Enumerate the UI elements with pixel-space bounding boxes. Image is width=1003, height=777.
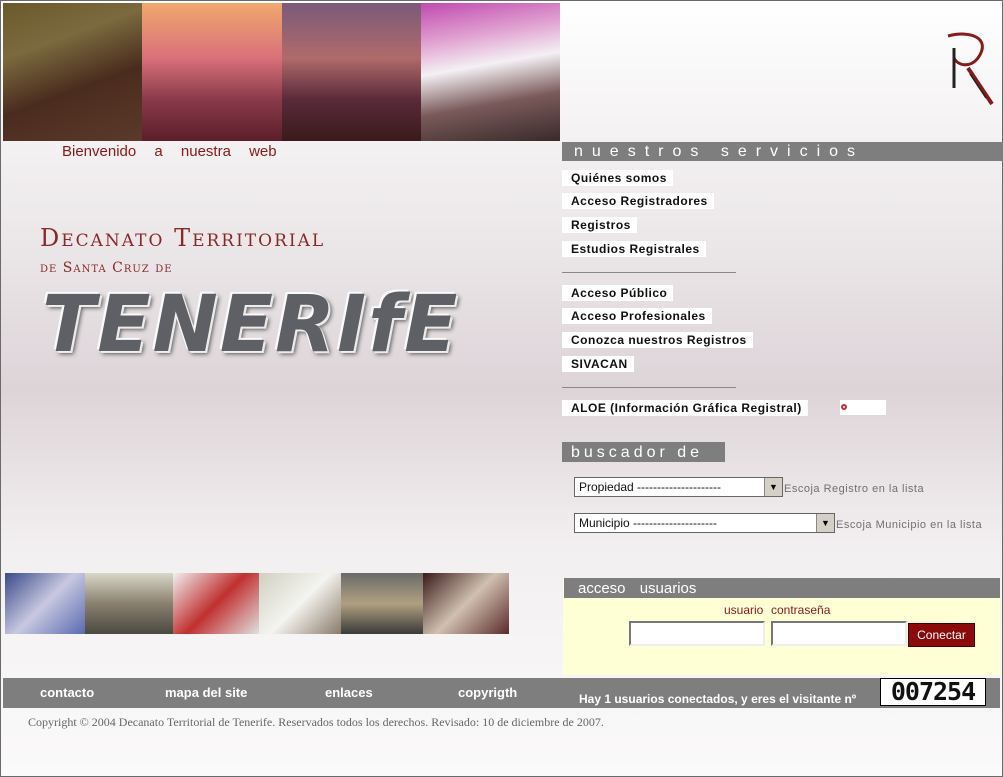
photo-3	[173, 573, 259, 634]
header-banner	[3, 3, 560, 141]
footer-link-copyright[interactable]: copyrigth	[458, 685, 517, 700]
visitor-status: Hay 1 usuarios conectados, y eres el vis…	[579, 692, 857, 706]
photo-6	[423, 573, 509, 634]
visitor-counter: 007254	[880, 678, 986, 706]
menu-acceso-publico[interactable]: Acceso Público	[562, 285, 674, 301]
logo-subtitle: de Santa Cruz de	[40, 260, 173, 276]
registro-select-value: Propiedad ---------------------	[579, 480, 721, 494]
municipio-select[interactable]: Municipio --------------------- ▼	[574, 513, 835, 533]
copyright-text: Copyright © 2004 Decanato Territorial de…	[28, 715, 604, 729]
menu-conozca-registros[interactable]: Conozca nuestros Registros	[562, 332, 753, 348]
decanato-logo: Decanato Territorial de Santa Cruz de TE…	[36, 222, 486, 392]
photo-strip	[5, 573, 509, 634]
photo-1	[5, 573, 85, 634]
usuario-label: usuario	[724, 603, 764, 617]
banner-image-3	[281, 3, 421, 141]
municipio-hint: Escoja Municipio en la lista	[836, 519, 983, 531]
banner-image-2	[142, 3, 282, 141]
acceso-usuarios-header: acceso usuarios	[564, 578, 1000, 598]
menu-estudios-registrales[interactable]: Estudios Registrales	[562, 241, 706, 257]
conectar-button[interactable]: Conectar	[908, 623, 975, 647]
footer-link-mapa[interactable]: mapa del site	[165, 685, 247, 700]
menu-aloe[interactable]: ALOE (Información Gráfica Registral)	[562, 400, 808, 416]
photo-4	[259, 573, 341, 634]
photo-5	[341, 573, 423, 634]
menu-divider	[562, 272, 736, 273]
registro-select[interactable]: Propiedad --------------------- ▼	[574, 477, 783, 497]
menu-sivacan[interactable]: SIVACAN	[562, 356, 634, 372]
aloe-bullet-icon	[841, 404, 847, 410]
chevron-down-icon[interactable]: ▼	[816, 514, 834, 532]
usuario-input[interactable]	[629, 621, 765, 646]
menu-acceso-registradores[interactable]: Acceso Registradores	[562, 193, 714, 209]
contrasena-label: contraseña	[771, 603, 831, 617]
contrasena-input[interactable]	[771, 621, 907, 646]
buscador-header: buscador de	[562, 442, 725, 462]
footer-link-enlaces[interactable]: enlaces	[325, 685, 373, 700]
chevron-down-icon[interactable]: ▼	[764, 478, 782, 496]
logo-tenerife: TENERIfE	[42, 280, 460, 370]
banner-image-4	[420, 3, 560, 141]
photo-2	[85, 573, 173, 634]
logo-title: Decanato Territorial	[40, 224, 326, 252]
banner-image-1	[3, 3, 143, 141]
menu-registros[interactable]: Registros	[562, 217, 637, 233]
servicios-header: nuestros servicios	[562, 142, 1003, 161]
menu-quienes-somos[interactable]: Quiénes somos	[562, 170, 673, 186]
menu-divider	[562, 387, 736, 388]
footer-link-contacto[interactable]: contacto	[40, 685, 94, 700]
menu-acceso-profesionales[interactable]: Acceso Profesionales	[562, 308, 712, 324]
registradores-logo	[947, 32, 994, 106]
welcome-text: Bienvenido a nuestra web	[62, 143, 277, 160]
registro-hint: Escoja Registro en la lista	[784, 483, 925, 495]
municipio-select-value: Municipio ---------------------	[579, 516, 717, 530]
